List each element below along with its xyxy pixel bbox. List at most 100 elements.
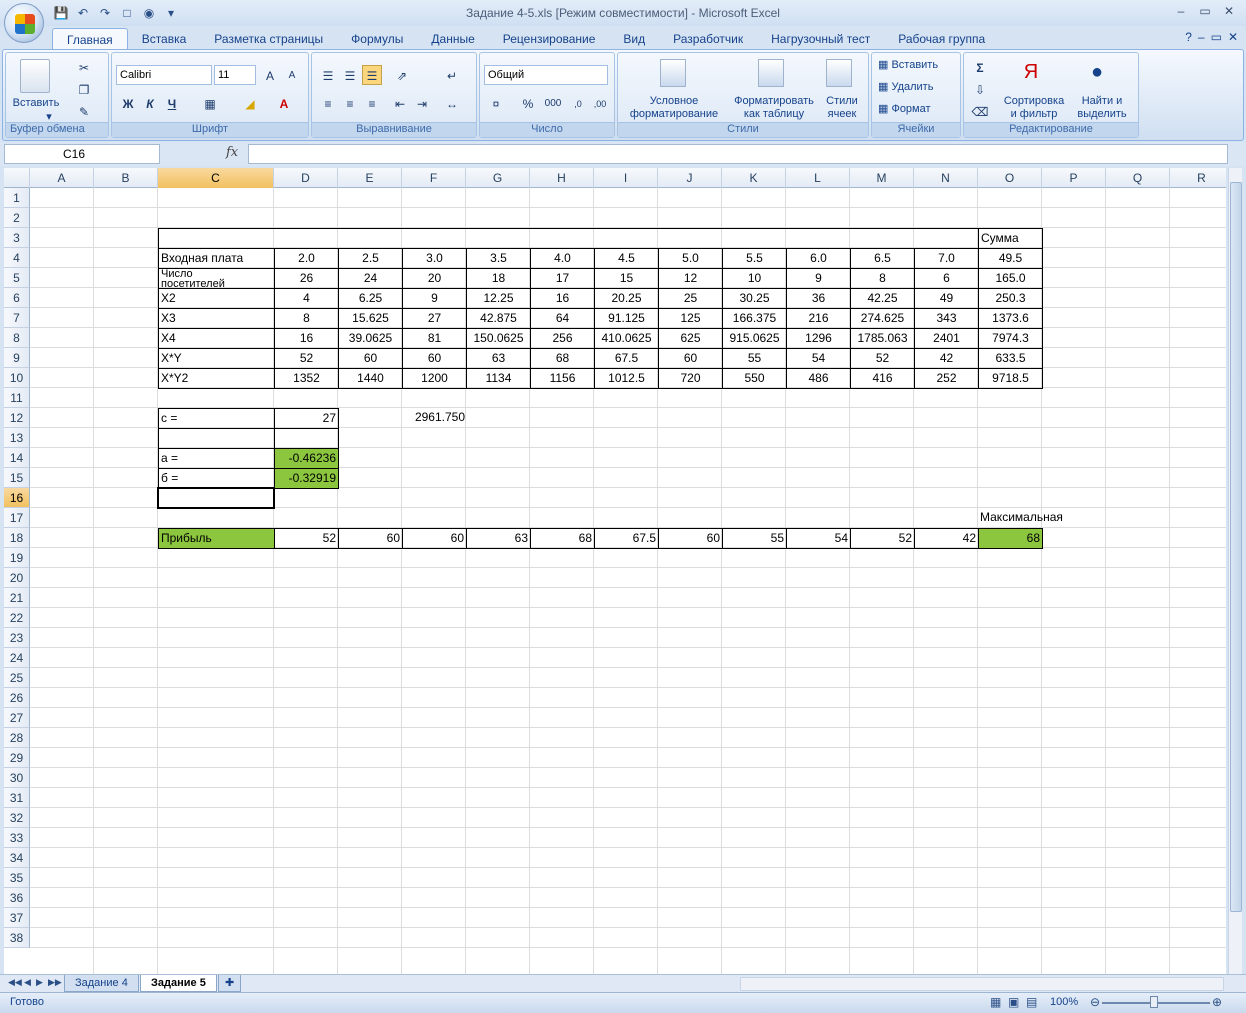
cell-D7[interactable]: 8: [274, 308, 339, 329]
row-header-23[interactable]: 23: [4, 628, 30, 648]
cell-L18[interactable]: 54: [786, 528, 851, 549]
first-sheet-icon[interactable]: ◀◀: [8, 977, 22, 988]
cell-N6[interactable]: 49: [914, 288, 979, 309]
cell-K9[interactable]: 55: [722, 348, 787, 369]
row-header-8[interactable]: 8: [4, 328, 30, 348]
cell-K6[interactable]: 30.25: [722, 288, 787, 309]
insert-cells-button[interactable]: ▦ Вставить: [878, 59, 958, 72]
cell-F18[interactable]: 60: [402, 528, 467, 549]
row-header-5[interactable]: 5: [4, 268, 30, 288]
tab-data[interactable]: Данные: [417, 28, 488, 50]
wrap-text-icon[interactable]: ↵: [442, 65, 462, 85]
cell-F10[interactable]: 1200: [402, 368, 467, 389]
cell-I6[interactable]: 20.25: [594, 288, 659, 309]
row-header-27[interactable]: 27: [4, 708, 30, 728]
cell-L6[interactable]: 36: [786, 288, 851, 309]
cell-K4[interactable]: 5.5: [722, 248, 787, 269]
cell-D4[interactable]: 2.0: [274, 248, 339, 269]
active-cell[interactable]: [157, 487, 275, 509]
cell-L4[interactable]: 6.0: [786, 248, 851, 269]
vertical-scroll-thumb[interactable]: [1230, 182, 1242, 912]
underline-button[interactable]: Ч: [162, 93, 182, 113]
maximize-button[interactable]: ▭: [1194, 2, 1216, 20]
cell-K18[interactable]: 55: [722, 528, 787, 549]
merge-center-icon[interactable]: ↔: [442, 93, 462, 113]
vertical-scrollbar[interactable]: [1228, 168, 1242, 974]
cell-I18[interactable]: 67.5: [594, 528, 659, 549]
row-header-10[interactable]: 10: [4, 368, 30, 388]
column-header-N[interactable]: N: [914, 168, 978, 188]
cell-O3[interactable]: Сумма: [978, 228, 1043, 249]
sheet-tab-zadanie5[interactable]: Задание 5: [140, 975, 217, 992]
cell-I4[interactable]: 4.5: [594, 248, 659, 269]
zoom-slider-knob[interactable]: [1150, 996, 1158, 1008]
cell-I5[interactable]: 15: [594, 268, 659, 289]
cell-O17[interactable]: Максимальная: [978, 508, 1063, 529]
row-header-19[interactable]: 19: [4, 548, 30, 568]
grow-font-icon[interactable]: A: [260, 65, 280, 85]
cell-L5[interactable]: 9: [786, 268, 851, 289]
cell-D6[interactable]: 4: [274, 288, 339, 309]
cell-G5[interactable]: 18: [466, 268, 531, 289]
cell-M5[interactable]: 8: [850, 268, 915, 289]
cell-L9[interactable]: 54: [786, 348, 851, 369]
cell-G10[interactable]: 1134: [466, 368, 531, 389]
cell-E8[interactable]: 39.0625: [338, 328, 403, 349]
copy-icon[interactable]: ❐: [74, 79, 94, 99]
cell-N8[interactable]: 2401: [914, 328, 979, 349]
cell-O9[interactable]: 633.5: [978, 348, 1043, 369]
row-header-34[interactable]: 34: [4, 848, 30, 868]
cell-O5[interactable]: 165.0: [978, 268, 1043, 289]
cell-E6[interactable]: 6.25: [338, 288, 403, 309]
font-color-icon[interactable]: A: [274, 93, 294, 113]
cell-J5[interactable]: 12: [658, 268, 723, 289]
cell-C4[interactable]: Входная плата: [158, 248, 275, 269]
column-header-C[interactable]: C: [158, 168, 274, 188]
cell-M6[interactable]: 42.25: [850, 288, 915, 309]
conditional-formatting-button[interactable]: Условное форматирование: [620, 95, 728, 121]
cell-M10[interactable]: 416: [850, 368, 915, 389]
row-header-15[interactable]: 15: [4, 468, 30, 488]
italic-button[interactable]: К: [140, 93, 160, 113]
paste-icon[interactable]: [20, 59, 50, 93]
decrease-decimal-icon[interactable]: ,00: [590, 93, 610, 113]
row-header-16[interactable]: 16: [4, 488, 30, 508]
cell-M9[interactable]: 52: [850, 348, 915, 369]
row-header-2[interactable]: 2: [4, 208, 30, 228]
next-sheet-icon[interactable]: ▶: [36, 977, 43, 988]
align-right-icon[interactable]: ≡: [362, 93, 382, 113]
number-format-select[interactable]: Общий: [484, 65, 608, 85]
view-page-break-icon[interactable]: ▤: [1026, 995, 1037, 1009]
orientation-icon[interactable]: ⇗: [392, 65, 412, 85]
row-header-3[interactable]: 3: [4, 228, 30, 248]
cell-L7[interactable]: 216: [786, 308, 851, 329]
cell-C8[interactable]: X4: [158, 328, 275, 349]
tab-view[interactable]: Вид: [609, 28, 659, 50]
cell-E5[interactable]: 24: [338, 268, 403, 289]
cell-E4[interactable]: 2.5: [338, 248, 403, 269]
cell-G8[interactable]: 150.0625: [466, 328, 531, 349]
column-header-Q[interactable]: Q: [1106, 168, 1170, 188]
insert-function-icon[interactable]: fx: [226, 145, 238, 160]
column-header-P[interactable]: P: [1042, 168, 1106, 188]
row-header-31[interactable]: 31: [4, 788, 30, 808]
column-header-L[interactable]: L: [786, 168, 850, 188]
cell-N4[interactable]: 7.0: [914, 248, 979, 269]
cell-F6[interactable]: 9: [402, 288, 467, 309]
tab-insert[interactable]: Вставка: [128, 28, 201, 50]
borders-icon[interactable]: ▦: [200, 93, 220, 113]
row-header-26[interactable]: 26: [4, 688, 30, 708]
help-icon[interactable]: ?: [1185, 30, 1192, 44]
align-middle-icon[interactable]: ☰: [340, 65, 360, 85]
cell-N9[interactable]: 42: [914, 348, 979, 369]
cell-styles-button[interactable]: Стили ячеек: [820, 95, 864, 121]
select-all-corner[interactable]: [4, 168, 30, 188]
cell-C9[interactable]: X*Y: [158, 348, 275, 369]
sheet-tab-zadanie4[interactable]: Задание 4: [64, 975, 139, 992]
column-header-A[interactable]: A: [30, 168, 94, 188]
row-header-33[interactable]: 33: [4, 828, 30, 848]
cell-D12[interactable]: 27: [274, 408, 339, 429]
cell-L10[interactable]: 486: [786, 368, 851, 389]
cell-J9[interactable]: 60: [658, 348, 723, 369]
cell-M7[interactable]: 274.625: [850, 308, 915, 329]
